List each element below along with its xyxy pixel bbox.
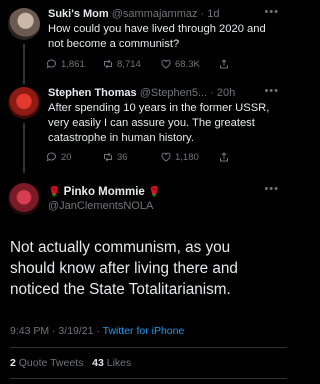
like-count: 1,180 bbox=[175, 151, 199, 163]
main-tweet-text: Not actually communism, as you should kn… bbox=[10, 239, 238, 298]
thread-line bbox=[23, 123, 25, 173]
avatar[interactable] bbox=[8, 8, 40, 40]
more-icon[interactable]: ••• bbox=[264, 183, 279, 195]
retweet-icon bbox=[104, 152, 112, 162]
timestamp[interactable]: · 20h bbox=[210, 87, 235, 99]
retweet-icon bbox=[104, 59, 112, 69]
reply-count: 1,861 bbox=[61, 58, 85, 70]
share-button[interactable] bbox=[218, 151, 230, 163]
like-icon bbox=[161, 59, 171, 69]
likes-link[interactable]: 43 Likes bbox=[92, 357, 131, 369]
like-count: 68.3K bbox=[175, 58, 200, 70]
timestamp-text[interactable]: 9:43 PM · 3/19/21 · bbox=[10, 325, 100, 337]
quote-label: Quote Tweets bbox=[18, 357, 84, 369]
tweet-1[interactable]: Suki's Mom @sammajammaz · 1d ••• How cou… bbox=[0, 6, 287, 84]
divider bbox=[10, 378, 287, 379]
reply-icon bbox=[46, 152, 56, 162]
engagement-counts: 2 Quote Tweets 43 Likes bbox=[10, 357, 131, 369]
share-icon bbox=[220, 152, 228, 162]
tweet-header: Stephen Thomas @Stephen5... · 20h bbox=[48, 87, 265, 99]
retweet-count: 36 bbox=[117, 151, 128, 163]
handle[interactable]: @sammajammaz bbox=[112, 8, 198, 20]
quote-count: 2 bbox=[10, 357, 16, 369]
tweet-2[interactable]: Stephen Thomas @Stephen5... · 20h ••• Af… bbox=[0, 85, 287, 173]
handle[interactable]: @Stephen5... bbox=[140, 87, 207, 99]
rose-emoji-icon: 🌹 bbox=[148, 187, 161, 198]
tweet-text: How could you have lived through 2020 an… bbox=[48, 23, 266, 50]
divider bbox=[10, 347, 287, 348]
share-button[interactable] bbox=[218, 58, 230, 70]
tweet-actions: 20 36 1,180 bbox=[46, 151, 277, 165]
retweet-button[interactable]: 8,714 bbox=[102, 58, 141, 70]
thread-line bbox=[23, 44, 25, 84]
main-handle[interactable]: @JanClementsNOLA bbox=[48, 200, 153, 212]
tweet-actions: 1,861 8,714 68.3K bbox=[46, 58, 277, 72]
display-name[interactable]: Suki's Mom bbox=[48, 8, 109, 20]
reply-button[interactable]: 20 bbox=[46, 151, 72, 163]
main-display-name[interactable]: 🌹 Pinko Mommie 🌹 bbox=[48, 186, 160, 198]
retweet-button[interactable]: 36 bbox=[102, 151, 128, 163]
like-button[interactable]: 1,180 bbox=[160, 151, 199, 163]
retweet-count: 8,714 bbox=[117, 58, 141, 70]
like-icon bbox=[161, 152, 171, 162]
like-button[interactable]: 68.3K bbox=[160, 58, 200, 70]
rose-emoji-icon: 🌹 bbox=[48, 187, 61, 198]
avatar[interactable] bbox=[8, 183, 40, 215]
likes-label: Likes bbox=[106, 357, 132, 369]
display-name[interactable]: Stephen Thomas bbox=[48, 87, 137, 99]
tweet-text: After spending 10 years in the former US… bbox=[48, 102, 270, 144]
avatar[interactable] bbox=[8, 87, 40, 119]
main-name-text: Pinko Mommie bbox=[63, 186, 145, 198]
more-icon[interactable]: ••• bbox=[264, 6, 279, 18]
source-link[interactable]: Twitter for iPhone bbox=[103, 325, 185, 337]
share-icon bbox=[220, 59, 228, 69]
like-total: 43 bbox=[92, 357, 104, 369]
timestamp[interactable]: · 1d bbox=[201, 8, 220, 20]
reply-icon bbox=[46, 59, 56, 69]
more-icon[interactable]: ••• bbox=[264, 85, 279, 97]
quote-tweets-link[interactable]: 2 Quote Tweets bbox=[10, 357, 83, 369]
tweet-header: Suki's Mom @sammajammaz · 1d bbox=[48, 8, 265, 20]
reply-count: 20 bbox=[61, 151, 72, 163]
tweet-timestamp: 9:43 PM · 3/19/21 · Twitter for iPhone bbox=[10, 325, 184, 337]
reply-button[interactable]: 1,861 bbox=[46, 58, 85, 70]
